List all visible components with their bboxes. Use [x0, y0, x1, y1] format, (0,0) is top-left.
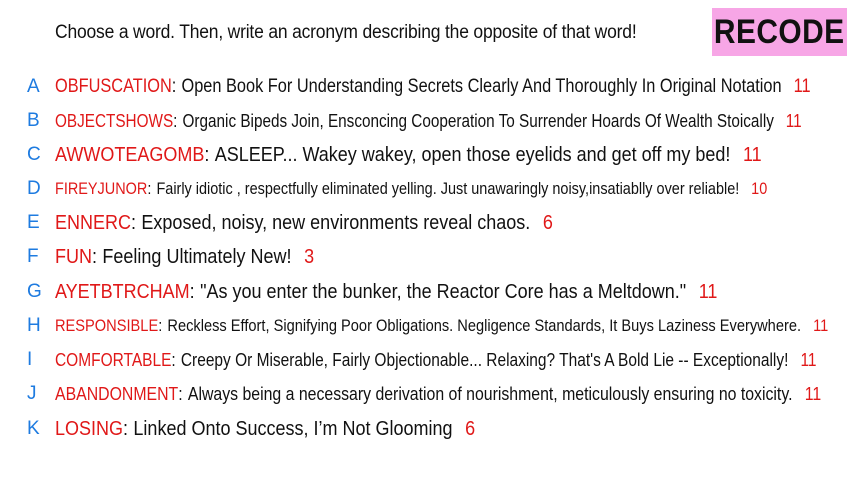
entry-body: AYETBTRCHAM: "As you enter the bunker, th…	[55, 281, 717, 304]
entry-word: RESPONSIBLE	[55, 316, 159, 335]
entry-score: 6	[465, 417, 476, 440]
entry-row: D FIREYJUNOR: Fairly idiotic , respectfull…	[0, 174, 853, 204]
entry-body: FIREYJUNOR: Fairly idiotic , respectfully…	[55, 179, 767, 199]
entry-letter: E	[27, 212, 40, 233]
entry-row: E ENNERC: Exposed, noisy, new environments…	[0, 208, 853, 238]
entry-word: AYETBTRCHAM	[55, 280, 190, 303]
entry-score: 11	[804, 383, 822, 404]
entry-body: OBFUSCATION: Open Book For Understanding …	[55, 76, 811, 98]
entry-letter: G	[27, 281, 42, 302]
entry-score: 6	[542, 211, 553, 234]
entry-colon: :	[189, 280, 195, 303]
entry-row: J ABANDONMENT: Always being a necessary de…	[0, 379, 853, 409]
entry-letter: J	[27, 383, 37, 404]
entry-colon: :	[173, 110, 178, 131]
entry-word: AWWOTEAGOMB	[55, 143, 205, 166]
entry-row: B OBJECTSHOWS: Organic Bipeds Join, Enscon…	[0, 106, 853, 136]
entry-letter: F	[27, 246, 39, 267]
entry-acronym: ASLEEP... Wakey wakey, open those eyelid…	[214, 143, 731, 166]
entry-body: OBJECTSHOWS: Organic Bipeds Join, Ensconc…	[55, 111, 802, 132]
entry-body: FUN: Feeling Ultimately New! 3	[55, 246, 314, 269]
entry-colon: :	[91, 245, 98, 268]
entry-letter: A	[27, 76, 40, 97]
entry-acronym: Exposed, noisy, new environments reveal …	[141, 211, 531, 234]
entry-colon: :	[123, 417, 129, 440]
entry-letter: I	[27, 349, 33, 370]
entry-acronym: Open Book For Understanding Secrets Clea…	[181, 76, 782, 97]
entry-body: ABANDONMENT: Always being a necessary der…	[55, 384, 821, 405]
entry-acronym: Creepy Or Miserable, Fairly Objectionabl…	[180, 349, 789, 370]
entry-letter: K	[27, 418, 40, 439]
entry-word: FUN	[55, 245, 92, 268]
entry-score: 3	[304, 245, 315, 268]
entry-colon: :	[204, 143, 210, 166]
entry-score: 11	[698, 280, 718, 303]
entry-row: K LOSING: Linked Onto Success, I’m Not Glo…	[0, 414, 853, 444]
entry-word: FIREYJUNOR	[55, 179, 148, 198]
entry-letter: C	[27, 144, 41, 165]
entry-letter: D	[27, 178, 41, 199]
entry-colon: :	[158, 316, 163, 335]
entry-colon: :	[131, 211, 137, 234]
entry-word: LOSING	[55, 417, 124, 440]
entry-body: AWWOTEAGOMB: ASLEEP... Wakey wakey, open …	[55, 144, 762, 167]
entry-acronym: "As you enter the bunker, the Reactor Co…	[200, 280, 687, 303]
entry-letter: B	[27, 110, 40, 131]
entry-acronym: Linked Onto Success, I’m Not Glooming	[133, 417, 453, 440]
entry-row: A OBFUSCATION: Open Book For Understanding…	[0, 72, 853, 102]
entry-colon: :	[171, 349, 176, 370]
logo-text: RECODE	[714, 12, 845, 51]
entry-letter: H	[27, 315, 41, 336]
entry-body: ENNERC: Exposed, noisy, new environments …	[55, 212, 553, 235]
entry-row: C AWWOTEAGOMB: ASLEEP... Wakey wakey, open…	[0, 140, 853, 170]
entry-row: G AYETBTRCHAM: "As you enter the bunker, t…	[0, 277, 853, 307]
entry-body: COMFORTABLE: Creepy Or Miserable, Fairly …	[55, 350, 817, 371]
entry-word: COMFORTABLE	[55, 349, 172, 370]
entry-colon: :	[178, 383, 183, 404]
entry-score: 10	[751, 179, 768, 198]
entry-acronym: Organic Bipeds Join, Ensconcing Cooperat…	[182, 110, 774, 131]
entry-row: H RESPONSIBLE: Reckless Effort, Signifying…	[0, 311, 853, 341]
entry-score: 11	[785, 110, 802, 131]
prompt-text: Choose a word. Then, write an acronym de…	[55, 22, 637, 43]
entry-score: 11	[813, 316, 829, 335]
entry-acronym: Feeling Ultimately New!	[102, 245, 292, 268]
entry-score: 11	[742, 143, 762, 166]
entry-colon: :	[147, 179, 152, 198]
entry-word: OBJECTSHOWS	[55, 110, 174, 131]
entry-acronym: Fairly idiotic , respectfully eliminated…	[156, 179, 740, 198]
entry-acronym: Always being a necessary derivation of n…	[187, 383, 793, 404]
recode-logo: RECODE	[712, 8, 847, 56]
entry-score: 11	[793, 76, 811, 97]
entry-acronym: Reckless Effort, Signifying Poor Obligat…	[167, 316, 802, 335]
entry-body: LOSING: Linked Onto Success, I’m Not Gloo…	[55, 418, 475, 441]
entry-colon: :	[171, 76, 177, 97]
entry-word: OBFUSCATION	[55, 76, 172, 97]
entry-row: I COMFORTABLE: Creepy Or Miserable, Fairly…	[0, 345, 853, 375]
entry-word: ABANDONMENT	[55, 383, 179, 404]
entry-score: 11	[800, 349, 817, 370]
entry-row: F FUN: Feeling Ultimately New! 3	[0, 242, 853, 272]
entry-body: RESPONSIBLE: Reckless Effort, Signifying …	[55, 316, 828, 336]
entry-word: ENNERC	[55, 211, 132, 234]
